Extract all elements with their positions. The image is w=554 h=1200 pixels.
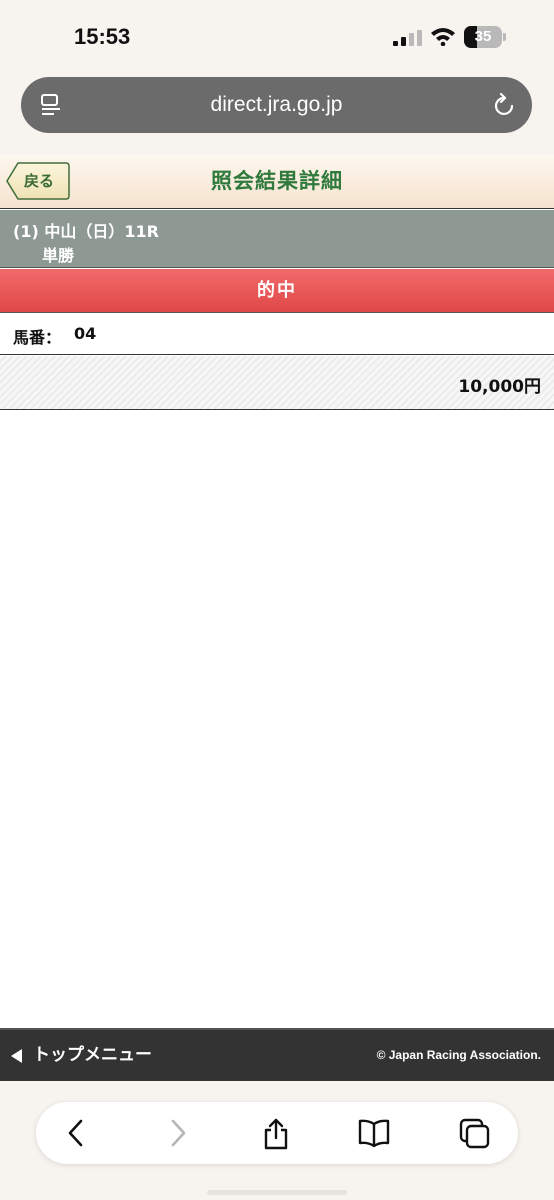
horse-number-value: 04 [74, 324, 97, 343]
url-text[interactable]: direct.jra.go.jp [81, 77, 472, 133]
copyright-text: © Japan Racing Association. [376, 1048, 541, 1062]
top-menu-link[interactable]: トップメニュー [11, 1030, 152, 1081]
toolbar-pill [36, 1102, 518, 1164]
wifi-icon [431, 28, 455, 46]
forward-icon [171, 1119, 186, 1147]
horse-number-row: 馬番： 04 [0, 314, 554, 355]
race-name: (1) 中山（日）11R [13, 222, 159, 241]
page-title: 照会結果詳細 [211, 169, 343, 193]
reload-icon[interactable] [492, 92, 516, 118]
page-header: 戻る 照会結果詳細 [0, 154, 554, 209]
address-bar[interactable]: direct.jra.go.jp [21, 77, 532, 133]
bet-type: 単勝 [42, 246, 75, 265]
forward-nav-button[interactable] [148, 1102, 208, 1164]
back-icon [68, 1119, 83, 1147]
browser-toolbar [0, 1081, 554, 1200]
left-triangle-icon [11, 1049, 22, 1063]
battery-icon: 35 [464, 26, 506, 48]
amount-value: 10,000円 [458, 377, 541, 397]
back-nav-button[interactable] [46, 1102, 106, 1164]
home-indicator [207, 1190, 347, 1195]
site-footer: トップメニュー © Japan Racing Association. [0, 1028, 554, 1081]
status-bar: 15:53 35 [0, 0, 554, 70]
page-menu-icon[interactable] [39, 93, 63, 117]
battery-level: 35 [474, 28, 492, 45]
back-button-label: 戻る [24, 172, 55, 190]
status-time: 15:53 [74, 24, 131, 49]
race-info: (1) 中山（日）11R 単勝 [0, 210, 554, 268]
amount-row: 10,000円 [0, 356, 554, 410]
horse-number-label: 馬番： [13, 328, 62, 347]
share-icon [264, 1118, 288, 1150]
browser-address-area: direct.jra.go.jp [0, 70, 554, 154]
tabs-icon [459, 1118, 490, 1149]
back-button[interactable]: 戻る [6, 162, 70, 200]
tabs-button[interactable] [443, 1102, 503, 1164]
bookmarks-icon [358, 1119, 390, 1148]
share-button[interactable] [245, 1102, 305, 1164]
cellular-signal-icon [393, 30, 422, 46]
bookmarks-button[interactable] [342, 1102, 402, 1164]
top-menu-label: トップメニュー [33, 1045, 152, 1065]
result-status-banner: 的中 [0, 269, 554, 313]
